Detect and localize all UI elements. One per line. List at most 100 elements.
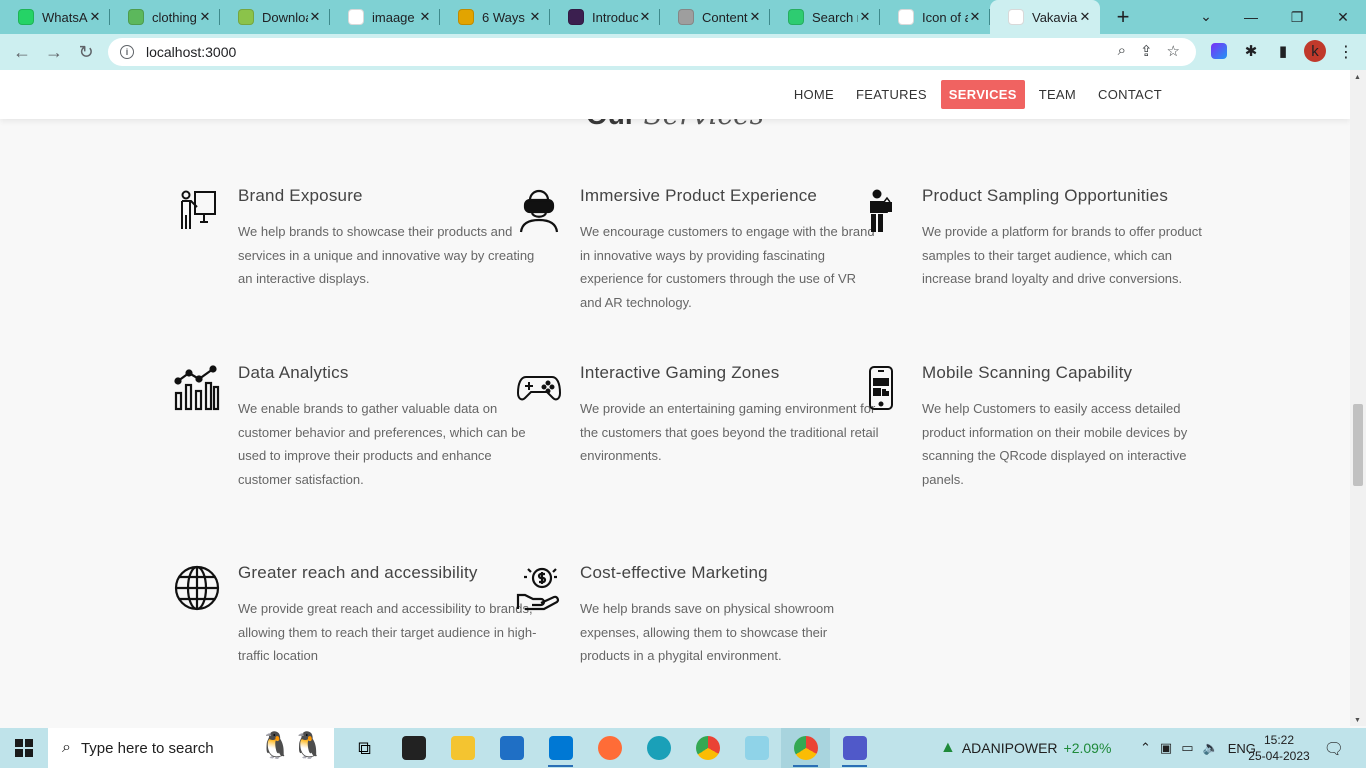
profile-avatar[interactable]: k xyxy=(1304,40,1326,62)
reload-button[interactable]: ↻ xyxy=(70,42,102,63)
page-scrollbar[interactable]: ▲ ▼ xyxy=(1350,70,1366,726)
chrome-app[interactable] xyxy=(683,728,732,768)
stock-change: +2.09% xyxy=(1063,740,1112,756)
close-window-button[interactable]: ✕ xyxy=(1320,9,1366,26)
network-icon[interactable]: ▭ xyxy=(1181,740,1193,756)
whatsapp-icon xyxy=(18,9,34,25)
nav-item[interactable]: TEAM xyxy=(1031,80,1084,109)
tab-close-icon[interactable]: ✕ xyxy=(1078,9,1092,25)
new-tab-button[interactable]: + xyxy=(1108,4,1138,30)
notes-app[interactable] xyxy=(732,728,781,768)
url-text[interactable]: localhost:3000 xyxy=(146,44,236,60)
minimize-button[interactable]: — xyxy=(1228,9,1274,25)
vakavia-icon xyxy=(1008,9,1024,25)
vscode-app[interactable] xyxy=(536,728,585,768)
scroll-up-arrow-icon[interactable]: ▲ xyxy=(1354,74,1361,81)
windows-taskbar: ⌕ Type here to search 🐧🐧 ⧉ ▲ ADANIPOWER … xyxy=(0,728,1366,768)
service-card: Mobile Scanning Capability We help Custom… xyxy=(869,363,1222,491)
service-title: Data Analytics xyxy=(238,363,349,382)
leaf-icon xyxy=(128,9,144,25)
browser-tab[interactable]: WhatsApp✕ xyxy=(0,0,110,34)
chrome-icon xyxy=(695,736,720,760)
browser-tab[interactable]: clothing ✕ xyxy=(110,0,220,34)
mobile-qr-icon xyxy=(858,365,904,411)
service-title: Product Sampling Opportunities xyxy=(922,186,1169,205)
service-title: Interactive Gaming Zones xyxy=(580,363,780,382)
globe-icon xyxy=(174,565,220,611)
mail-icon xyxy=(499,736,524,760)
extensions-puzzle-icon[interactable]: ✱ xyxy=(1240,40,1262,62)
forward-button[interactable]: → xyxy=(38,42,70,63)
tab-close-icon[interactable]: ✕ xyxy=(748,9,762,25)
nav-item[interactable]: CONTACT xyxy=(1090,80,1170,109)
volume-icon[interactable]: 🔈 xyxy=(1203,740,1219,756)
task-view-button[interactable]: ⧉ xyxy=(340,728,389,768)
money-hand-icon xyxy=(516,565,562,611)
restore-button[interactable]: ❐ xyxy=(1274,9,1320,26)
side-panel-icon[interactable]: ▮ xyxy=(1272,40,1294,62)
tab-close-icon[interactable]: ✕ xyxy=(88,9,102,25)
service-card: Interactive Gaming Zones We provide an en… xyxy=(516,363,880,468)
share-icon[interactable]: ⇪ xyxy=(1140,42,1153,60)
task-view-icon: ⧉ xyxy=(358,737,371,758)
bookmark-star-icon[interactable]: ☆ xyxy=(1167,42,1180,60)
browser-tab[interactable]: Download✕ xyxy=(220,0,330,34)
tab-close-icon[interactable]: ✕ xyxy=(308,9,322,25)
teams-app[interactable] xyxy=(830,728,879,768)
edge-app[interactable] xyxy=(634,728,683,768)
tab-title: Icon of a xyxy=(922,9,968,25)
file-explorer-app[interactable] xyxy=(438,728,487,768)
nav-item[interactable]: FEATURES xyxy=(848,80,935,109)
notification-center-icon[interactable]: 🗨 xyxy=(1324,739,1344,759)
service-description: We enable brands to gather valuable data… xyxy=(238,401,526,487)
tab-close-icon[interactable]: ✕ xyxy=(418,9,432,25)
browser-tab[interactable]: Vakavia ✕ xyxy=(990,0,1100,34)
postman-app[interactable] xyxy=(585,728,634,768)
windows-start-button[interactable] xyxy=(0,728,48,768)
notes-icon xyxy=(744,736,769,760)
tab-close-icon[interactable]: ✕ xyxy=(858,9,872,25)
browser-tab[interactable]: 6 Ways t ✕ xyxy=(440,0,550,34)
browser-tab[interactable]: imaage ✕ xyxy=(330,0,440,34)
site-info-icon[interactable]: i xyxy=(120,45,134,59)
service-card: Data Analytics We enable brands to gather… xyxy=(174,363,538,491)
tab-close-icon[interactable]: ✕ xyxy=(528,9,542,25)
system-tray: ⌃ ▣ ▭ 🔈 ENG xyxy=(1140,728,1256,768)
back-button[interactable]: ← xyxy=(6,42,38,63)
scrollbar-thumb[interactable] xyxy=(1353,404,1363,486)
browser-tab[interactable]: Icon of a ✕ xyxy=(880,0,990,34)
mail-app[interactable] xyxy=(487,728,536,768)
tray-chevron-up-icon[interactable]: ⌃ xyxy=(1140,740,1151,756)
windows-logo-icon xyxy=(15,739,33,757)
browser-menu-icon[interactable]: ⋮ xyxy=(1338,42,1354,62)
tab-close-icon[interactable]: ✕ xyxy=(638,9,652,25)
address-bar[interactable]: i localhost:3000 ⌕ ⇪ ☆ xyxy=(108,38,1196,66)
nav-item[interactable]: SERVICES xyxy=(940,80,1025,109)
nav-item[interactable]: HOME xyxy=(786,80,842,109)
stock-widget[interactable]: ▲ ADANIPOWER +2.09% xyxy=(940,728,1111,768)
browser-toolbar: ← → ↻ i localhost:3000 ⌕ ⇪ ☆ ✱ ▮ k ⋮ xyxy=(0,34,1366,70)
service-title: Cost-effective Marketing xyxy=(580,563,768,582)
scroll-down-arrow-icon[interactable]: ▼ xyxy=(1354,717,1361,724)
tab-title: Content xyxy=(702,9,748,25)
terminal-icon xyxy=(401,736,426,760)
tab-search-chevron-icon[interactable]: ⌄ xyxy=(1196,8,1216,25)
browser-tab[interactable]: Content ✕ xyxy=(660,0,770,34)
extension-app-icon[interactable] xyxy=(1208,40,1230,62)
meet-now-icon[interactable]: ▣ xyxy=(1160,740,1172,756)
browser-tab[interactable]: Search r ✕ xyxy=(770,0,880,34)
terminal-app[interactable] xyxy=(389,728,438,768)
service-title: Brand Exposure xyxy=(238,186,363,205)
tab-close-icon[interactable]: ✕ xyxy=(968,9,982,25)
gamepad-icon xyxy=(516,365,562,411)
browser-tab[interactable]: Introduc ✕ xyxy=(550,0,660,34)
tab-close-icon[interactable]: ✕ xyxy=(198,9,212,25)
system-clock[interactable]: 15:22 25-04-2023 xyxy=(1248,732,1310,764)
taskbar-search-box[interactable]: ⌕ Type here to search 🐧🐧 xyxy=(48,728,334,768)
zoom-search-icon[interactable]: ⌕ xyxy=(1118,42,1126,60)
chrome-profile-app[interactable] xyxy=(781,728,830,768)
site-navbar: HOME FEATURES SERVICES TEAM CONTACT xyxy=(0,70,1350,119)
tab-title: WhatsApp xyxy=(42,9,88,25)
teams-icon xyxy=(842,736,867,760)
service-title: Mobile Scanning Capability xyxy=(922,363,1133,382)
